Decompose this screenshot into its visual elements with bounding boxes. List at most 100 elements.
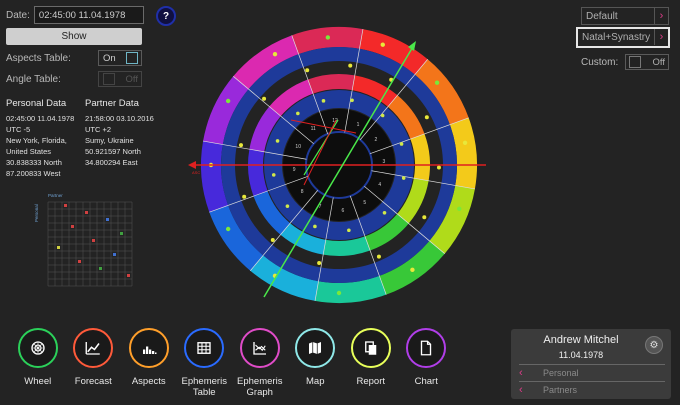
forecast-label: Forecast bbox=[74, 376, 112, 387]
planet-glyph bbox=[376, 254, 381, 259]
map-icon bbox=[309, 342, 322, 354]
button-circle bbox=[406, 328, 447, 368]
ephemeris-table-label: Ephemeris Table bbox=[182, 376, 227, 398]
aspects-table-toggle[interactable]: On bbox=[98, 50, 142, 66]
help-icon: ? bbox=[162, 10, 170, 22]
ephemeris-table-label-1: Ephemeris bbox=[181, 376, 227, 387]
house-number: 9 bbox=[293, 167, 296, 173]
planet-glyph bbox=[347, 228, 351, 233]
planet-glyph bbox=[336, 290, 342, 296]
partner-place: Sumy, Ukraine bbox=[85, 136, 134, 145]
planet-glyph bbox=[285, 204, 290, 208]
wheel-label: Wheel bbox=[24, 376, 52, 387]
date-input[interactable] bbox=[33, 6, 144, 24]
toggle-box bbox=[103, 73, 115, 85]
chevron-left-icon: ‹ bbox=[519, 383, 523, 396]
button-circle bbox=[350, 328, 391, 368]
horizon-arrowhead bbox=[188, 161, 196, 169]
planet-glyph bbox=[321, 99, 326, 103]
wheel-button[interactable]: Wheel bbox=[10, 328, 66, 398]
partners-row[interactable]: ‹ Partners bbox=[519, 382, 665, 397]
house-number: 6 bbox=[342, 208, 345, 214]
help-button[interactable]: ? bbox=[156, 6, 176, 26]
planet-glyph bbox=[462, 140, 468, 145]
aspect-mark bbox=[92, 239, 95, 242]
planet-glyph bbox=[410, 267, 415, 273]
planet-glyph bbox=[399, 142, 404, 146]
personal-row[interactable]: ‹ Personal bbox=[519, 365, 665, 380]
planet-glyph bbox=[238, 143, 243, 148]
partner-data: Partner Data 21:58:00 03.10.2016 UTC +2 … bbox=[85, 98, 154, 168]
personal-country: United States bbox=[6, 147, 52, 156]
custom-state: Off bbox=[652, 56, 666, 68]
grid-top-label: Partner bbox=[48, 193, 63, 198]
personal-lat: 30.838333 North bbox=[6, 158, 62, 167]
ephemeris-graph-label-1: Ephemeris bbox=[237, 376, 283, 387]
map-button[interactable]: Map bbox=[288, 328, 344, 398]
planet-glyph bbox=[270, 237, 275, 242]
ephemeris-graph-button[interactable]: Ephemeris Graph bbox=[232, 328, 288, 398]
aspect-mark bbox=[78, 260, 81, 263]
house-number: 1 bbox=[357, 122, 360, 128]
aspect-mark bbox=[85, 211, 88, 214]
aspect-mark bbox=[64, 204, 67, 207]
partner-lon: 34.800294 East bbox=[85, 158, 138, 167]
planet-glyph bbox=[380, 113, 385, 118]
planet-glyph bbox=[271, 173, 276, 177]
custom-label: Custom: bbox=[581, 56, 619, 68]
toggle-box bbox=[629, 56, 641, 68]
planet-glyph bbox=[348, 63, 353, 68]
planet-glyph bbox=[422, 215, 427, 220]
angle-table-row: Angle Table: Off bbox=[6, 71, 142, 87]
report-button[interactable]: Report bbox=[343, 328, 399, 398]
date-row: Date: bbox=[6, 6, 144, 24]
ephemeris-graph-icon bbox=[253, 342, 266, 355]
planet-glyph bbox=[317, 261, 322, 266]
aspects-grid: Partner Personal bbox=[34, 192, 134, 295]
partner-time: 21:58:00 03.10.2016 bbox=[85, 114, 154, 123]
aspect-mark bbox=[106, 218, 109, 221]
planet-glyph bbox=[401, 176, 406, 180]
asc-label: ASC bbox=[192, 170, 200, 175]
wheel-icon bbox=[31, 341, 45, 355]
partner-lat: 50.921597 North bbox=[85, 147, 141, 156]
angle-table-label: Angle Table: bbox=[6, 73, 61, 85]
chart-type-value: Natal+Synastry bbox=[582, 32, 651, 43]
personal-data-title: Personal Data bbox=[6, 98, 67, 109]
button-circle bbox=[184, 328, 225, 368]
forecast-button[interactable]: Forecast bbox=[66, 328, 122, 398]
personal-label: Personal bbox=[543, 367, 579, 378]
chart-button[interactable]: Chart bbox=[399, 328, 455, 398]
aspect-mark bbox=[71, 225, 74, 228]
angle-table-toggle[interactable]: Off bbox=[98, 71, 142, 87]
preset-select[interactable]: Default › bbox=[581, 7, 669, 25]
forecast-icon bbox=[85, 342, 100, 355]
house-number: 2 bbox=[374, 137, 377, 143]
planet-glyph bbox=[350, 98, 354, 103]
planet-glyph bbox=[272, 51, 278, 57]
custom-toggle[interactable]: Off bbox=[625, 54, 669, 70]
grid-side-label: Personal bbox=[34, 204, 39, 222]
show-button[interactable]: Show bbox=[6, 28, 142, 45]
aspects-table-row: Aspects Table: On bbox=[6, 50, 142, 66]
preset-value: Default bbox=[586, 10, 618, 22]
chart-type-select[interactable]: Natal+Synastry › bbox=[576, 27, 670, 48]
aspects-button[interactable]: Aspects bbox=[121, 328, 177, 398]
report-icon bbox=[364, 341, 376, 355]
personal-time: 02:45:00 11.04.1978 bbox=[6, 114, 75, 123]
planet-glyph bbox=[242, 194, 247, 199]
aspects-icon bbox=[142, 346, 157, 354]
planet-glyph bbox=[313, 224, 317, 229]
gear-icon[interactable]: ⚙ bbox=[645, 336, 663, 354]
planet-glyph bbox=[457, 206, 462, 211]
house-number: 10 bbox=[295, 144, 301, 150]
planet-glyph bbox=[225, 98, 231, 104]
planet-glyph bbox=[305, 68, 310, 73]
planet-glyph bbox=[325, 35, 331, 40]
bottom-toolbar: Wheel Forecast Aspects Ephemeris Table Ep… bbox=[10, 328, 454, 398]
ephemeris-table-button[interactable]: Ephemeris Table bbox=[177, 328, 233, 398]
house-number: 5 bbox=[363, 200, 366, 206]
aspect-mark bbox=[113, 253, 116, 256]
natal-wheel[interactable]: 123456789101112ASC bbox=[186, 25, 492, 307]
house-number: 8 bbox=[301, 189, 304, 195]
